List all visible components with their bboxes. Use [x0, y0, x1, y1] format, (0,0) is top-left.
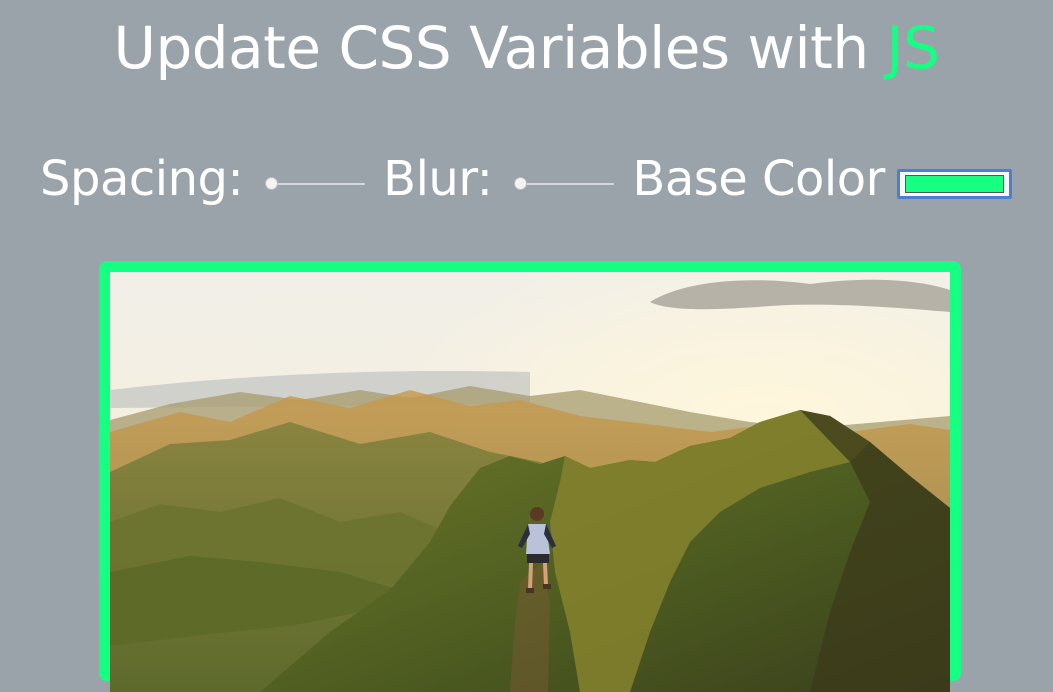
photo-frame	[99, 261, 961, 692]
spacing-slider[interactable]	[265, 174, 366, 194]
base-color-label: Base Color	[632, 151, 885, 207]
blur-slider[interactable]	[514, 174, 615, 194]
controls-bar: Spacing: Blur: Base Color	[40, 147, 1012, 211]
slider-thumb[interactable]	[514, 177, 528, 190]
page-title: Update CSS Variables with JS	[0, 14, 1053, 82]
color-swatch-fill	[904, 175, 1004, 193]
mountain-hiker-photo	[110, 272, 950, 692]
spacing-label: Spacing:	[40, 151, 244, 207]
slider-track	[518, 183, 615, 185]
base-color-picker[interactable]	[896, 169, 1012, 199]
title-text: Update CSS Variables with	[113, 14, 887, 82]
blur-label: Blur:	[383, 151, 493, 207]
slider-thumb[interactable]	[265, 177, 279, 190]
slider-track	[269, 183, 366, 185]
title-highlight: JS	[886, 14, 940, 82]
